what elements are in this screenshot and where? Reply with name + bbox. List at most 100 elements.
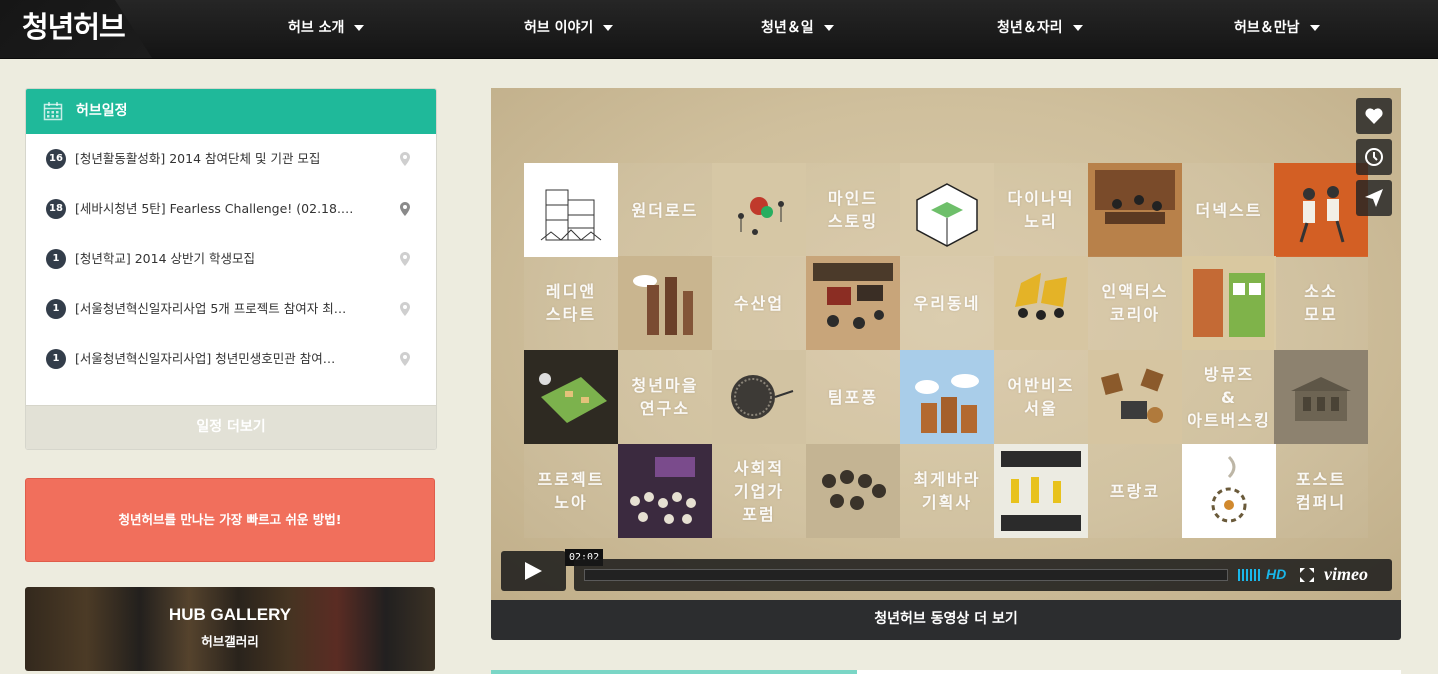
volume-icon[interactable] — [1238, 569, 1260, 581]
calendar-icon — [43, 102, 63, 121]
schedule-item-title[interactable]: [서울청년혁신일자리사업 5개 프로젝트 참여자 최… — [75, 284, 346, 334]
nav-hub-story[interactable]: 허브 이야기 — [524, 0, 614, 58]
video-thumbnail-tile — [618, 256, 712, 350]
map-pin-icon[interactable] — [400, 202, 410, 216]
clock-icon — [1365, 148, 1383, 166]
like-button[interactable] — [1356, 98, 1392, 134]
video-tile-label: 우리동네 — [900, 256, 994, 350]
schedule-item[interactable]: 18 [세바시청년 5탄] Fearless Challenge! (02.18… — [26, 184, 436, 234]
video-thumbnail-tile — [712, 350, 806, 444]
video-player[interactable]: 원더로드 마인드 스토밍 다이나믹 노리 더넥스트 레디앤 스타트 수산업 우리… — [491, 88, 1401, 600]
video-tile-label: 방뮤즈 & 아트버스킹 — [1182, 350, 1276, 444]
team-members-image — [1015, 273, 1067, 320]
schedule-day-badge: 1 — [46, 299, 66, 319]
video-thumbnail-tile — [806, 256, 900, 350]
schedule-panel-title: 허브일정 — [76, 103, 128, 119]
meeting-sketch-image — [1095, 170, 1175, 224]
site-logo[interactable]: 청년허브 — [22, 4, 126, 46]
people-sketch-image — [738, 197, 784, 235]
video-tile-label: 수산업 — [712, 256, 806, 350]
vimeo-logo[interactable]: vimeo — [1324, 564, 1368, 585]
schedule-day-badge: 16 — [46, 149, 66, 169]
share-button[interactable] — [1356, 180, 1392, 216]
schedule-item-title[interactable]: [청년학교] 2014 상반기 학생모집 — [75, 234, 255, 284]
video-thumbnail-tile — [712, 163, 806, 257]
street-corner-image — [1193, 269, 1265, 337]
video-thumbnail-tile — [1274, 350, 1368, 444]
video-thumbnail-tile — [900, 163, 994, 257]
video-tile-label: 프로젝트 노아 — [524, 444, 618, 538]
schedule-more-button[interactable]: 일정 더보기 — [26, 405, 436, 449]
group-faces-image — [822, 470, 886, 510]
video-thumbnail-tile — [524, 163, 618, 257]
schedule-item[interactable]: 1 [서울청년혁신일자리사업] 청년민생호민관 참여… — [26, 334, 436, 384]
promo-banner[interactable]: 청년허브를 만나는 가장 빠르고 쉬운 방법! — [25, 478, 435, 562]
nav-hub-meet[interactable]: 허브＆만남 — [1234, 0, 1320, 58]
rock-pillars-image — [633, 275, 693, 335]
video-thumbnail-tile — [900, 350, 994, 444]
building-sketch-image — [540, 189, 602, 241]
dancing-people-image — [1299, 186, 1345, 243]
video-thumbnail-tile — [1274, 163, 1368, 257]
video-tile-label: 마인드 스토밍 — [806, 163, 900, 257]
video-thumbnail-tile — [524, 350, 618, 444]
video-tile-label: 더넥스트 — [1182, 163, 1276, 257]
schedule-item[interactable]: 16 [청년활동활성화] 2014 참여단체 및 기관 모집 — [26, 134, 436, 184]
video-tile-label: 포스트 컴퍼니 — [1274, 444, 1368, 538]
map-pin-icon[interactable] — [400, 302, 410, 316]
video-progress-bar[interactable] — [584, 569, 1228, 581]
video-thumbnail-tile — [1182, 256, 1276, 350]
watch-later-button[interactable] — [1356, 139, 1392, 175]
manhole-image — [731, 375, 794, 419]
schedule-item[interactable]: 1 [청년학교] 2014 상반기 학생모집 — [26, 234, 436, 284]
video-control-bar: HD vimeo — [574, 559, 1392, 591]
caret-down-icon — [354, 25, 365, 31]
video-thumbnail-tile — [1088, 163, 1182, 257]
schedule-panel-header: 허브일정 — [26, 89, 436, 134]
gallery-subtitle: 허브갤러리 — [201, 634, 259, 649]
caret-down-icon — [823, 25, 834, 31]
schedule-item-title[interactable]: [세바시청년 5탄] Fearless Challenge! (02.18.… — [75, 184, 353, 234]
gallery-title: HUB GALLERY — [168, 605, 292, 624]
map-pin-icon[interactable] — [400, 152, 410, 166]
play-icon — [525, 562, 542, 580]
video-tile-label: 레디앤 스타트 — [524, 256, 618, 350]
schedule-day-badge: 1 — [46, 349, 66, 369]
nav-hub-intro[interactable]: 허브 소개 — [288, 0, 365, 58]
caret-down-icon — [603, 25, 614, 31]
nav-youth-work[interactable]: 청년＆일 — [761, 0, 834, 58]
caret-down-icon — [1309, 25, 1320, 31]
play-button[interactable] — [501, 551, 566, 591]
next-section-active-tab[interactable] — [491, 670, 857, 674]
video-tile-label: 팀포퐁 — [806, 350, 900, 444]
next-section-tabs — [491, 670, 1401, 674]
schedule-panel: 허브일정 16 [청년활동활성화] 2014 참여단체 및 기관 모집 18 [… — [25, 88, 437, 450]
video-tile-label: 소소 모모 — [1274, 256, 1368, 350]
video-tile-label: 청년마을 연구소 — [618, 350, 712, 444]
video-tile-label: 어반비즈 서울 — [994, 350, 1088, 444]
video-tile-label: 사회적 기업가 포럼 — [712, 444, 806, 538]
video-thumbnail-tile — [1182, 444, 1276, 538]
schedule-item-title[interactable]: [서울청년혁신일자리사업] 청년민생호민관 참여… — [75, 334, 335, 384]
send-icon — [1365, 189, 1383, 207]
old-building-image — [1291, 377, 1351, 421]
fullscreen-icon[interactable] — [1300, 568, 1314, 582]
video-tile-label: 원더로드 — [618, 163, 712, 257]
market-scene-image — [813, 263, 893, 329]
hub-gallery-banner[interactable]: HUB GALLERY 허브갤러리 — [25, 587, 435, 671]
video-tile-label: 인액터스 코리아 — [1088, 256, 1182, 350]
schedule-item-title[interactable]: [청년활동활성화] 2014 참여단체 및 기관 모집 — [75, 134, 320, 184]
map-pin-icon[interactable] — [400, 352, 410, 366]
bee-city-image — [915, 374, 979, 433]
isometric-room-image — [916, 183, 978, 247]
more-videos-button[interactable]: 청년허브 동영상 더 보기 — [491, 600, 1401, 640]
schedule-list: 16 [청년활동활성화] 2014 참여단체 및 기관 모집 18 [세바시청년… — [26, 134, 436, 384]
video-thumbnail-tile — [994, 256, 1088, 350]
map-pin-icon[interactable] — [400, 252, 410, 266]
schedule-day-badge: 18 — [46, 199, 66, 219]
nav-youth-place[interactable]: 청년＆자리 — [997, 0, 1083, 58]
schedule-item[interactable]: 1 [서울청년혁신일자리사업 5개 프로젝트 참여자 최… — [26, 284, 436, 334]
video-thumbnail-tile — [618, 444, 712, 538]
top-navigation-bar: 청년허브 허브 소개 허브 이야기 청년＆일 청년＆자리 허브＆만남 — [0, 0, 1438, 59]
hd-toggle[interactable]: HD — [1266, 566, 1286, 582]
